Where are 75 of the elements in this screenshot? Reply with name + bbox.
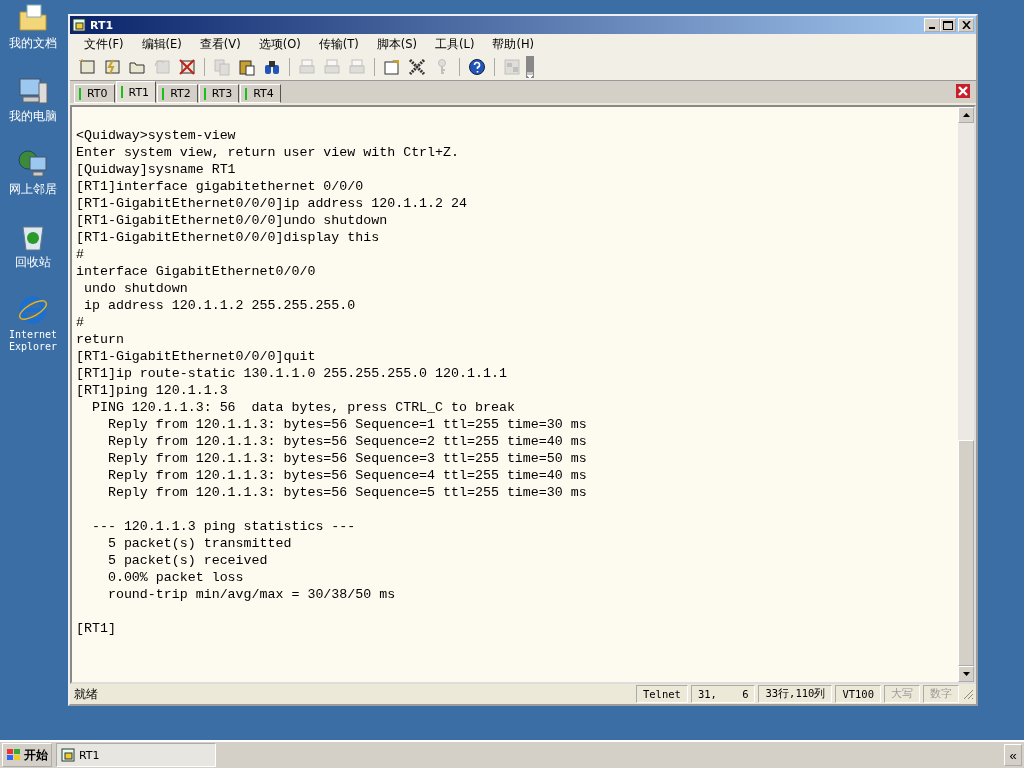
close-tab-icon[interactable]	[956, 84, 970, 98]
menu-item[interactable]: 选项(O)	[250, 36, 307, 52]
toolbar-overflow-button[interactable]	[526, 56, 534, 78]
network-computer-icon	[17, 148, 49, 180]
terminal-line: 5 packet(s) received	[106, 552, 268, 569]
desktop-icon-label[interactable]: 我的电脑	[9, 110, 57, 122]
terminal-line: #	[76, 314, 84, 331]
terminal-line: round-trip min/avg/max = 30/38/50 ms	[106, 586, 396, 603]
terminal-line: Reply from 120.1.1.3: bytes=56 Sequence=4 ttl=255 time=40 ms	[106, 467, 587, 484]
status-field: 33行,110列	[758, 685, 833, 703]
tray-expand-button[interactable]: «	[1004, 744, 1022, 766]
computer-icon	[17, 75, 49, 107]
terminal-line: [RT1]interface gigabitethernet 0/0/0	[76, 178, 364, 195]
minimize-button[interactable]	[924, 18, 940, 32]
menu-item[interactable]: 编辑(E)	[133, 36, 188, 52]
maximize-icon	[943, 20, 953, 30]
desktop-icon-label[interactable]: 网上邻居	[9, 183, 57, 195]
terminal-line: [RT1-GigabitEthernet0/0/0]ip address 120.1.1.2 24	[76, 195, 467, 212]
terminal-line: Reply from 120.1.1.3: bytes=56 Sequence=3 ttl=255 time=50 ms	[106, 450, 587, 467]
terminal-line: Reply from 120.1.1.3: bytes=56 Sequence=2 ttl=255 time=40 ms	[106, 433, 587, 450]
windows-logo-icon	[6, 748, 22, 762]
terminal-line: [RT1-GigabitEthernet0/0/0]quit	[76, 348, 316, 365]
menu-item[interactable]: 传输(T)	[310, 36, 365, 52]
menu-item[interactable]: 帮助(H)	[484, 36, 540, 52]
desktop-icon-label[interactable]: 我的文档	[9, 37, 57, 49]
session-tab[interactable]: RT2	[157, 84, 198, 103]
terminal-line: Reply from 120.1.1.3: bytes=56 Sequence=1 ttl=255 time=30 ms	[106, 416, 587, 433]
chevron-down-icon	[527, 72, 533, 78]
terminal-line: Enter system view, return user view with Ctrl+Z.	[76, 144, 459, 161]
terminal-line: ip address 120.1.1.2 255.255.255.0	[82, 297, 356, 314]
desktop-icon-label[interactable]: 回收站	[15, 256, 51, 268]
session-tab[interactable]: RT0	[74, 84, 115, 103]
desktop-icon-label[interactable]: Internet Explorer	[8, 329, 58, 353]
start-button[interactable]: 开始	[2, 743, 52, 767]
status-field: Telnet	[635, 685, 688, 703]
close-button[interactable]	[958, 18, 974, 32]
app-window-icon	[61, 748, 75, 762]
terminal-line: 5 packet(s) transmitted	[106, 535, 292, 552]
terminal-line: undo shutdown	[82, 280, 188, 297]
terminal-line: [RT1]ip route-static 130.1.1.0 255.255.255.0 120.1.1.1	[76, 365, 507, 382]
maximize-button[interactable]	[940, 18, 956, 32]
terminal-line: [RT1-GigabitEthernet0/0/0]undo shutdown	[76, 212, 388, 229]
scroll-down-arrow-icon[interactable]	[962, 672, 970, 676]
status-field: 大写	[884, 685, 920, 703]
status-field: 31, 6	[690, 685, 756, 703]
terminal-line: return	[76, 331, 124, 348]
menu-item[interactable]: 脚本(S)	[368, 36, 423, 52]
terminal-line: --- 120.1.1.3 ping statistics ---	[90, 518, 356, 535]
app-window-icon	[72, 18, 86, 32]
session-tab[interactable]: RT4	[240, 84, 281, 103]
session-tab[interactable]: RT3	[198, 84, 240, 103]
terminal-line: [RT1-GigabitEthernet0/0/0]display this	[76, 229, 380, 246]
terminal-line: Reply from 120.1.1.3: bytes=56 Sequence=5 ttl=255 time=30 ms	[106, 484, 587, 501]
menu-item[interactable]: 查看(V)	[191, 36, 247, 52]
session-tab[interactable]: RT1	[115, 81, 157, 103]
menu-item[interactable]: 文件(F)	[76, 36, 130, 52]
window-title: RT1	[90, 18, 115, 32]
browser-e-icon	[17, 294, 49, 326]
resize-grip-icon[interactable]	[962, 688, 974, 700]
status-field: VT100	[835, 685, 881, 703]
terminal-line: [Quidway]sysname RT1	[76, 161, 236, 178]
taskbar-button[interactable]: RT1	[56, 743, 216, 767]
terminal-line: [RT1]ping 120.1.1.3	[76, 382, 228, 399]
terminal-line: 0.00% packet loss	[106, 569, 244, 586]
close-icon	[961, 21, 971, 29]
terminal-line: interface GigabitEthernet0/0/0	[76, 263, 316, 280]
terminal-line: <Quidway>system-view	[76, 127, 236, 144]
terminal-line: PING 120.1.1.3: 56 data bytes, press CTRL_C to break	[90, 399, 515, 416]
folder-icon	[17, 2, 49, 34]
status-message: 就绪	[74, 686, 99, 702]
scroll-up-arrow-icon[interactable]	[962, 113, 970, 117]
terminal-line: #	[76, 246, 84, 263]
status-field: 数字	[923, 685, 959, 703]
terminal-line: [RT1]	[76, 620, 116, 637]
menu-item[interactable]: 工具(L)	[427, 36, 481, 52]
